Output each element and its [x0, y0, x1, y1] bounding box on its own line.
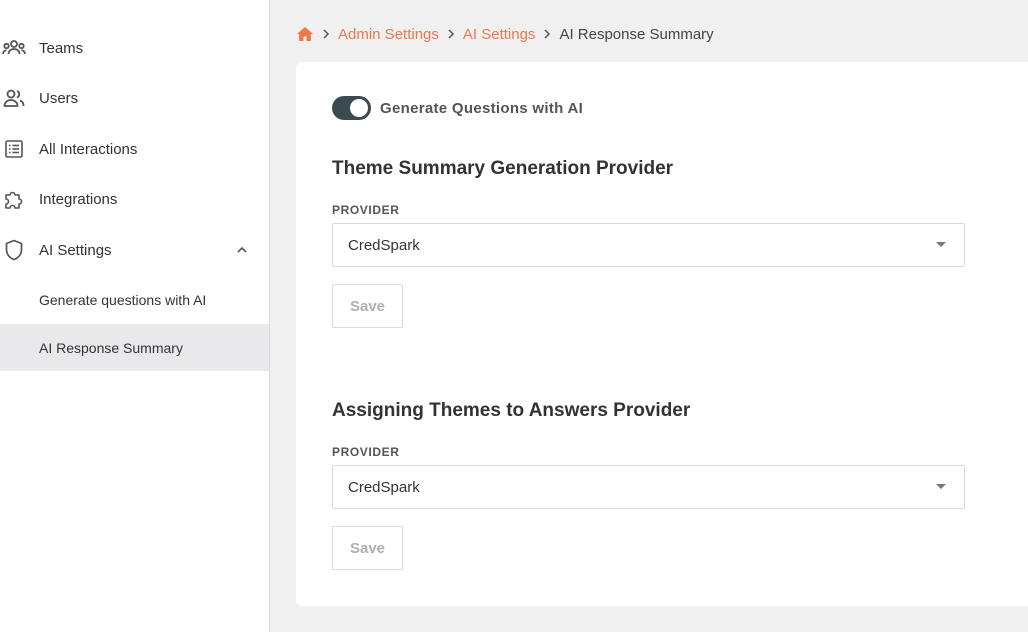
- breadcrumb-admin-settings[interactable]: Admin Settings: [338, 26, 439, 43]
- list-icon: [2, 137, 26, 161]
- sidebar-item-teams[interactable]: Teams: [0, 23, 269, 73]
- chevron-right-icon: [322, 28, 330, 40]
- puzzle-icon: [2, 187, 26, 211]
- select-value: CredSpark: [348, 236, 420, 254]
- theme-summary-provider-select[interactable]: CredSpark: [332, 223, 965, 267]
- provider-label: PROVIDER: [332, 445, 400, 459]
- breadcrumb-current: AI Response Summary: [559, 25, 714, 43]
- shield-icon: [2, 238, 26, 262]
- ai-questions-toggle-row: Generate Questions with AI: [332, 96, 583, 120]
- sidebar-subitem-ai-response-summary[interactable]: AI Response Summary: [0, 324, 269, 371]
- breadcrumb: Admin Settings AI Settings AI Response S…: [296, 22, 714, 46]
- toggle-knob: [350, 99, 368, 117]
- caret-down-icon: [936, 484, 946, 489]
- sidebar: Teams Users All Interactions Integration…: [0, 0, 270, 632]
- sidebar-item-label: Users: [39, 89, 79, 107]
- save-button-assigning-themes[interactable]: Save: [332, 526, 403, 570]
- select-value: CredSpark: [348, 478, 420, 496]
- sidebar-item-label: Integrations: [39, 190, 118, 208]
- provider-label: PROVIDER: [332, 203, 400, 217]
- sidebar-item-ai-settings[interactable]: AI Settings: [0, 225, 269, 275]
- sidebar-item-users[interactable]: Users: [0, 73, 269, 123]
- toggle-label: Generate Questions with AI: [380, 99, 584, 117]
- chevron-up-icon[interactable]: [234, 242, 250, 258]
- save-button-theme-summary[interactable]: Save: [332, 284, 403, 328]
- caret-down-icon: [936, 242, 946, 247]
- sidebar-item-all-interactions[interactable]: All Interactions: [0, 124, 269, 174]
- sidebar-subitem-label: AI Response Summary: [39, 339, 183, 356]
- chevron-right-icon: [543, 28, 551, 40]
- section-title-assigning-themes: Assigning Themes to Answers Provider: [332, 400, 691, 421]
- sidebar-item-integrations[interactable]: Integrations: [0, 174, 269, 224]
- home-icon[interactable]: [296, 26, 314, 42]
- settings-card: Generate Questions with AI Theme Summary…: [296, 62, 1028, 606]
- sidebar-item-label: Teams: [39, 39, 84, 57]
- assigning-themes-provider-select[interactable]: CredSpark: [332, 465, 965, 509]
- users-icon: [2, 86, 26, 110]
- section-title-theme-summary: Theme Summary Generation Provider: [332, 158, 674, 179]
- teams-icon: [2, 36, 26, 60]
- sidebar-item-label: AI Settings: [39, 241, 112, 259]
- chevron-right-icon: [447, 28, 455, 40]
- sidebar-subitem-generate-questions[interactable]: Generate questions with AI: [0, 276, 269, 323]
- sidebar-subitem-label: Generate questions with AI: [39, 291, 207, 308]
- ai-questions-toggle[interactable]: [332, 96, 371, 120]
- sidebar-item-label: All Interactions: [39, 140, 138, 158]
- breadcrumb-ai-settings[interactable]: AI Settings: [463, 26, 536, 43]
